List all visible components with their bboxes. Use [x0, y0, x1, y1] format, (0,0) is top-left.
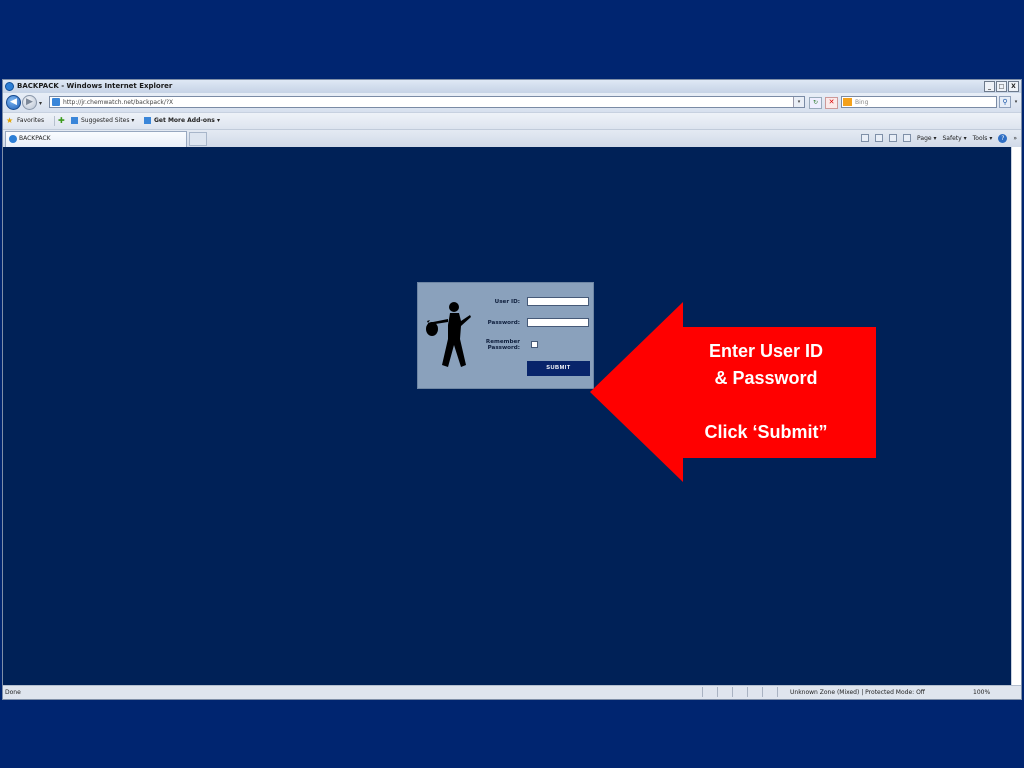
vertical-scrollbar[interactable] — [1011, 147, 1021, 685]
status-text: Done — [5, 689, 21, 696]
search-dropdown-icon[interactable]: ▾ — [1012, 96, 1020, 108]
address-bar[interactable]: http://jr.chemwatch.net/backpack/?X ▾ — [49, 96, 805, 108]
addons-icon — [144, 117, 151, 124]
status-panes — [702, 687, 791, 697]
command-bar: Page ▾ Safety ▾ Tools ▾ ? » — [861, 130, 1017, 146]
zoom-level[interactable]: 100% — [973, 686, 990, 699]
divider — [54, 116, 55, 126]
forward-button[interactable]: ▶ — [22, 95, 37, 110]
stop-icon[interactable]: ✕ — [825, 97, 838, 109]
ie-logo-icon — [5, 82, 14, 91]
security-zone: Unknown Zone (Mixed) | Protected Mode: O… — [790, 689, 925, 696]
search-placeholder: Bing — [855, 99, 869, 106]
refresh-icon[interactable]: ↻ — [809, 97, 822, 109]
callout-line-3 — [670, 392, 862, 419]
submit-button[interactable]: SUBMIT — [527, 361, 590, 376]
add-favorite-icon[interactable]: ✚ — [58, 113, 65, 128]
search-icon[interactable]: ⚲ — [999, 96, 1011, 108]
get-more-addons-link[interactable]: Get More Add-ons ▾ — [154, 113, 220, 128]
remember-password-checkbox[interactable] — [531, 341, 538, 348]
ie-tab-icon — [9, 135, 17, 143]
tab-label: BACKPACK — [19, 135, 51, 142]
address-url: http://jr.chemwatch.net/backpack/?X — [63, 99, 174, 106]
suggested-sites-icon — [71, 117, 78, 124]
print-icon[interactable] — [903, 134, 912, 142]
mail-icon[interactable] — [889, 134, 898, 142]
tab-backpack[interactable]: BACKPACK — [5, 131, 187, 147]
home-icon[interactable] — [861, 134, 870, 142]
help-icon[interactable]: ? — [998, 133, 1008, 143]
status-bar: Done Unknown Zone (Mixed) | Protected Mo… — [3, 685, 1021, 699]
tab-row: BACKPACK Page ▾ Safety ▾ Tools ▾ ? » — [3, 129, 1021, 147]
feeds-icon[interactable] — [875, 134, 884, 142]
recent-pages-dropdown-icon[interactable]: ▾ — [39, 100, 42, 107]
new-tab-button[interactable] — [189, 132, 207, 146]
user-id-label: User ID: — [494, 299, 520, 305]
page-menu[interactable]: Page ▾ — [917, 135, 936, 142]
password-label: Password: — [487, 320, 520, 326]
favorites-bar: ★ Favorites ✚ Suggested Sites ▾ Get More… — [3, 112, 1021, 129]
favorites-star-icon[interactable]: ★ — [6, 113, 13, 128]
backpacker-icon — [426, 302, 471, 367]
tools-menu[interactable]: Tools ▾ — [973, 135, 993, 142]
maximize-button[interactable]: □ — [996, 81, 1007, 92]
search-input[interactable]: Bing — [841, 96, 997, 108]
favorites-button[interactable]: Favorites — [17, 113, 44, 128]
login-panel: User ID: Password: Remember Password: SU… — [417, 282, 594, 389]
more-commands-icon[interactable]: » — [1013, 135, 1017, 142]
remember-label-line2: Password: — [487, 345, 520, 351]
minimize-button[interactable]: _ — [984, 81, 995, 92]
callout-line-2: & Password — [714, 368, 818, 388]
window-title: BACKPACK - Windows Internet Explorer — [17, 82, 173, 90]
page-icon — [52, 98, 60, 106]
close-button[interactable]: X — [1008, 81, 1019, 92]
bing-icon — [843, 98, 852, 106]
window-controls: _ □ X — [984, 81, 1019, 92]
title-bar[interactable]: BACKPACK - Windows Internet Explorer _ □… — [3, 80, 1021, 94]
password-input[interactable] — [527, 318, 589, 327]
remember-password-label: Remember Password: — [476, 339, 520, 351]
suggested-sites-link[interactable]: Suggested Sites ▾ — [81, 113, 134, 128]
navigation-bar: ◀ ▶ ▾ http://jr.chemwatch.net/backpack/?… — [3, 93, 1021, 112]
user-id-input[interactable] — [527, 297, 589, 306]
back-button[interactable]: ◀ — [6, 95, 21, 110]
callout-text: Enter User ID & Password Click ‘Submit” — [670, 338, 862, 446]
safety-menu[interactable]: Safety ▾ — [943, 135, 967, 142]
callout-line-4: Click ‘Submit” — [704, 422, 828, 442]
callout-line-1: Enter User ID — [708, 341, 824, 361]
address-dropdown-icon[interactable]: ▾ — [793, 97, 804, 107]
